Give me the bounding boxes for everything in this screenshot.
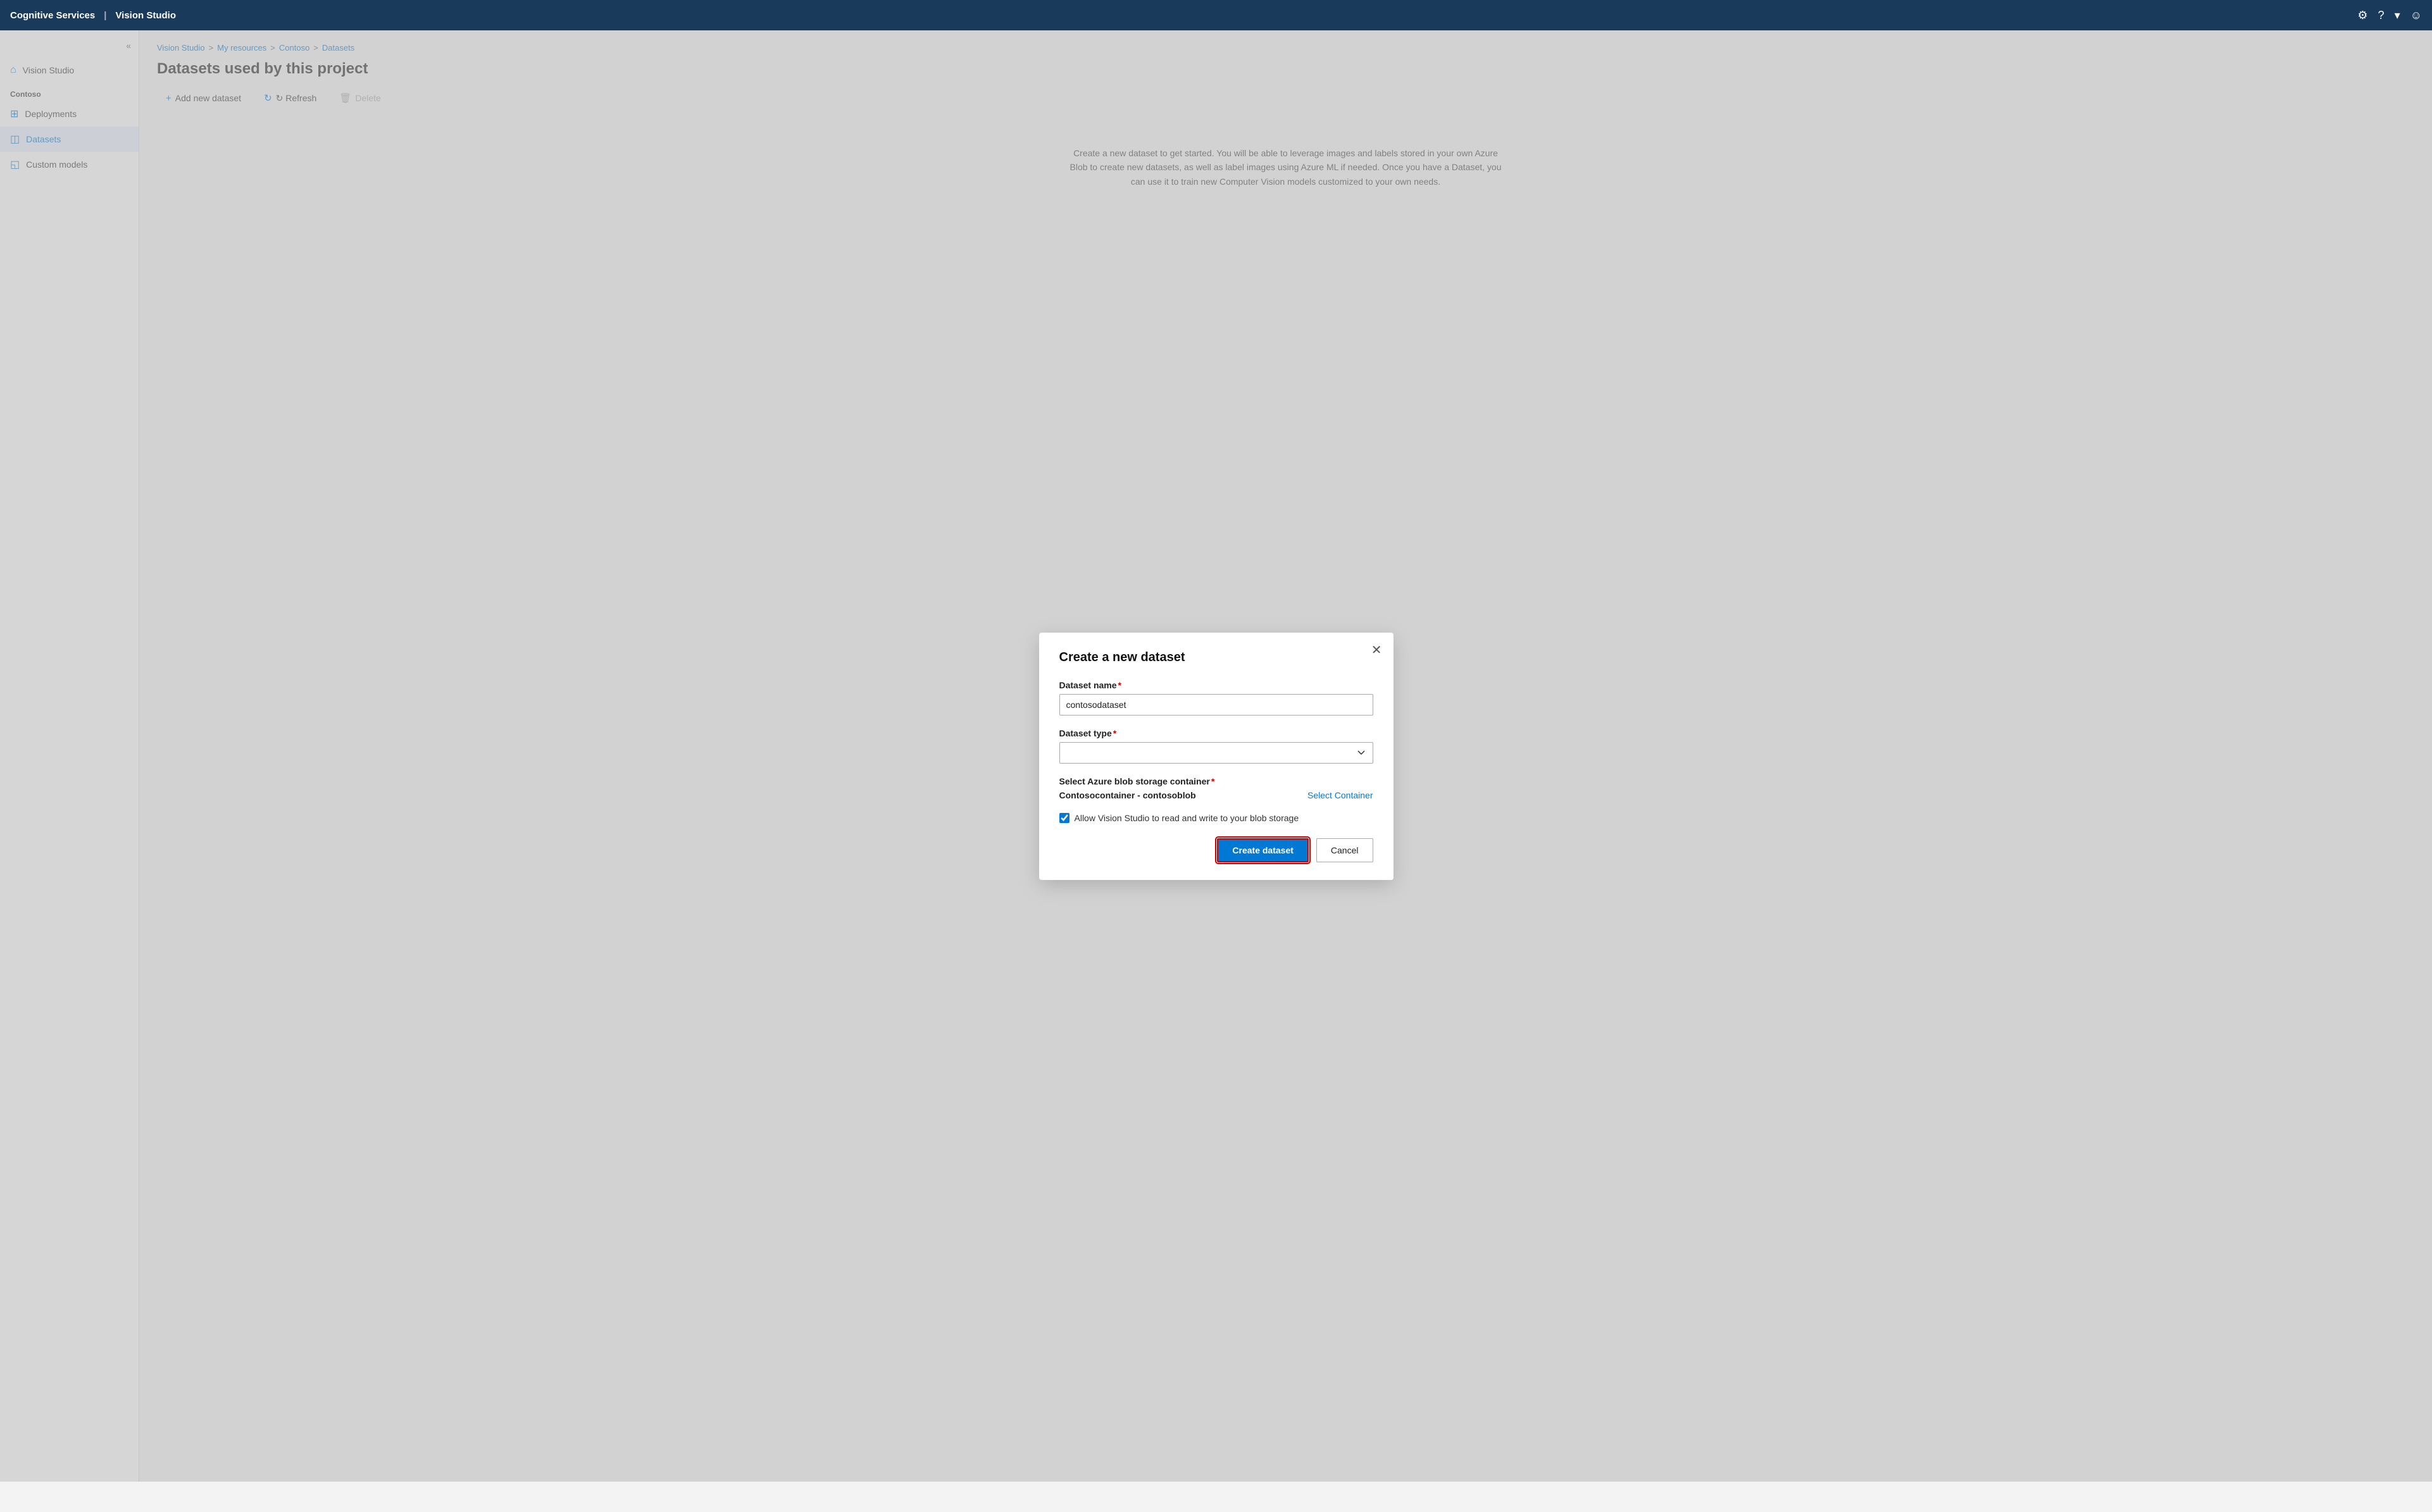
brand-label: Cognitive Services bbox=[10, 10, 95, 21]
dataset-type-select[interactable] bbox=[1059, 742, 1373, 764]
dataset-type-group: Dataset type* bbox=[1059, 728, 1373, 764]
allow-access-row: Allow Vision Studio to read and write to… bbox=[1059, 813, 1373, 823]
storage-row: Contosocontainer - contosoblob Select Co… bbox=[1059, 790, 1373, 800]
allow-access-checkbox[interactable] bbox=[1059, 813, 1069, 823]
settings-icon[interactable]: ⚙ bbox=[2357, 9, 2367, 22]
nav-separator: | bbox=[104, 10, 106, 21]
app-name-label: Vision Studio bbox=[115, 10, 176, 21]
modal-close-button[interactable]: ✕ bbox=[1371, 644, 1382, 657]
top-navigation: Cognitive Services | Vision Studio ⚙ ? ▾… bbox=[0, 0, 2432, 30]
modal-title: Create a new dataset bbox=[1059, 650, 1373, 665]
user-avatar-icon[interactable]: ☺ bbox=[2410, 9, 2422, 22]
storage-container-group: Select Azure blob storage container* Con… bbox=[1059, 776, 1373, 800]
help-icon[interactable]: ? bbox=[2378, 9, 2385, 22]
cancel-button[interactable]: Cancel bbox=[1316, 838, 1373, 862]
dataset-name-group: Dataset name* bbox=[1059, 680, 1373, 716]
modal-overlay: Create a new dataset ✕ Dataset name* Dat… bbox=[0, 30, 2432, 1482]
storage-container-name: Contosocontainer - contosoblob bbox=[1059, 790, 1196, 800]
create-dataset-button[interactable]: Create dataset bbox=[1217, 838, 1309, 862]
dataset-name-label: Dataset name* bbox=[1059, 680, 1373, 690]
modal-footer: Create dataset Cancel bbox=[1059, 838, 1373, 862]
allow-access-label: Allow Vision Studio to read and write to… bbox=[1075, 813, 1299, 823]
select-container-link[interactable]: Select Container bbox=[1307, 790, 1373, 800]
dataset-name-input[interactable] bbox=[1059, 694, 1373, 716]
create-dataset-modal: Create a new dataset ✕ Dataset name* Dat… bbox=[1039, 633, 1394, 880]
dataset-type-label: Dataset type* bbox=[1059, 728, 1373, 738]
storage-label: Select Azure blob storage container* bbox=[1059, 776, 1373, 786]
account-dropdown-icon[interactable]: ▾ bbox=[2395, 9, 2400, 22]
